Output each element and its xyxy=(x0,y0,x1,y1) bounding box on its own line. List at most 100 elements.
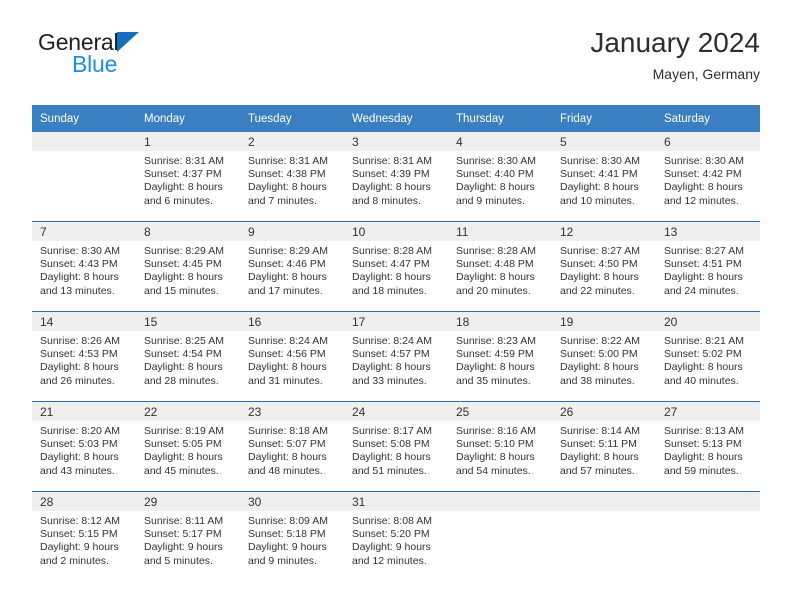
day-number: 15 xyxy=(144,315,158,329)
day-detail-line: Sunrise: 8:13 AM xyxy=(664,425,744,437)
day-number: 5 xyxy=(560,135,567,149)
day-detail-line: Sunrise: 8:21 AM xyxy=(664,335,744,347)
day-detail-text: Sunrise: 8:11 AM Sunset: 5:17 PM Daylight:… xyxy=(136,511,240,568)
day-number-band: 9 xyxy=(240,222,344,241)
day-number: 10 xyxy=(352,225,366,239)
day-detail-line: and 9 minutes. xyxy=(456,194,525,207)
day-cell-content: 30 Sunrise: 8:09 AM Sunset: 5:18 PM Dayligh… xyxy=(240,492,344,581)
day-detail-line: Sunrise: 8:30 AM xyxy=(40,245,120,257)
day-detail-text: Sunrise: 8:24 AM Sunset: 4:56 PM Daylight:… xyxy=(240,331,344,388)
day-number-band: 1 xyxy=(136,132,240,151)
calendar-day-cell[interactable]: 8 Sunrise: 8:29 AM Sunset: 4:45 PM Daylight… xyxy=(136,221,240,312)
calendar-day-cell[interactable]: 21 Sunrise: 8:20 AM Sunset: 5:03 PM Dayligh… xyxy=(32,401,136,492)
day-detail-line: Daylight: 8 hours xyxy=(664,451,743,464)
day-cell-content: 16 Sunrise: 8:24 AM Sunset: 4:56 PM Dayligh… xyxy=(240,312,344,401)
calendar-day-cell[interactable]: 12 Sunrise: 8:27 AM Sunset: 4:50 PM Dayligh… xyxy=(552,221,656,312)
day-number: 8 xyxy=(144,225,151,239)
calendar-week-row: 21 Sunrise: 8:20 AM Sunset: 5:03 PM Dayligh… xyxy=(32,401,760,492)
calendar-day-cell[interactable]: 24 Sunrise: 8:17 AM Sunset: 5:08 PM Dayligh… xyxy=(344,401,448,492)
day-detail-line: Sunrise: 8:31 AM xyxy=(144,155,224,167)
day-detail-text: Sunrise: 8:28 AM Sunset: 4:47 PM Daylight:… xyxy=(344,241,448,298)
calendar-day-cell[interactable]: 15 Sunrise: 8:25 AM Sunset: 4:54 PM Dayligh… xyxy=(136,311,240,402)
day-detail-text: Sunrise: 8:08 AM Sunset: 5:20 PM Daylight:… xyxy=(344,511,448,568)
day-number-band: 14 xyxy=(32,312,136,331)
day-number: 12 xyxy=(560,225,574,239)
day-cell-content: 27 Sunrise: 8:13 AM Sunset: 5:13 PM Dayligh… xyxy=(656,402,760,491)
day-detail-text xyxy=(656,511,760,515)
day-detail-line: Daylight: 8 hours xyxy=(560,451,639,464)
calendar-day-cell[interactable]: 5 Sunrise: 8:30 AM Sunset: 4:41 PM Daylight… xyxy=(552,132,656,222)
day-number-band: 27 xyxy=(656,402,760,421)
day-detail-text: Sunrise: 8:31 AM Sunset: 4:39 PM Daylight:… xyxy=(344,151,448,208)
day-detail-line: and 26 minutes. xyxy=(40,374,115,387)
calendar-day-cell[interactable]: 19 Sunrise: 8:22 AM Sunset: 5:00 PM Dayligh… xyxy=(552,311,656,402)
day-number-band: 21 xyxy=(32,402,136,421)
calendar-day-cell[interactable]: 20 Sunrise: 8:21 AM Sunset: 5:02 PM Dayligh… xyxy=(656,311,760,402)
day-number-band: 22 xyxy=(136,402,240,421)
calendar-day-cell[interactable]: 13 Sunrise: 8:27 AM Sunset: 4:51 PM Dayligh… xyxy=(656,221,760,312)
day-detail-text: Sunrise: 8:27 AM Sunset: 4:50 PM Daylight:… xyxy=(552,241,656,298)
day-cell-content: 19 Sunrise: 8:22 AM Sunset: 5:00 PM Dayligh… xyxy=(552,312,656,401)
day-number-band: 28 xyxy=(32,492,136,511)
calendar-day-cell[interactable]: 28 Sunrise: 8:12 AM Sunset: 5:15 PM Dayligh… xyxy=(32,491,136,581)
day-detail-text: Sunrise: 8:14 AM Sunset: 5:11 PM Daylight:… xyxy=(552,421,656,478)
day-detail-text: Sunrise: 8:30 AM Sunset: 4:41 PM Daylight:… xyxy=(552,151,656,208)
day-detail-line: and 35 minutes. xyxy=(456,374,531,387)
day-detail-line: Daylight: 9 hours xyxy=(248,541,327,554)
day-cell-content xyxy=(32,132,136,221)
calendar-day-cell[interactable]: 2 Sunrise: 8:31 AM Sunset: 4:38 PM Daylight… xyxy=(240,132,344,222)
day-detail-line: and 54 minutes. xyxy=(456,464,531,477)
day-detail-text: Sunrise: 8:29 AM Sunset: 4:46 PM Daylight:… xyxy=(240,241,344,298)
day-detail-text: Sunrise: 8:31 AM Sunset: 4:37 PM Daylight:… xyxy=(136,151,240,208)
calendar-day-cell[interactable]: 27 Sunrise: 8:13 AM Sunset: 5:13 PM Dayligh… xyxy=(656,401,760,492)
weekday-header-friday: Friday xyxy=(552,105,656,132)
calendar-day-cell[interactable]: 7 Sunrise: 8:30 AM Sunset: 4:43 PM Daylight… xyxy=(32,221,136,312)
day-detail-text xyxy=(448,511,552,515)
day-detail-line: Sunset: 4:47 PM xyxy=(352,258,430,271)
day-detail-line: Sunrise: 8:24 AM xyxy=(352,335,432,347)
day-detail-line: and 48 minutes. xyxy=(248,464,323,477)
calendar-day-cell[interactable]: 3 Sunrise: 8:31 AM Sunset: 4:39 PM Daylight… xyxy=(344,132,448,222)
day-number-band: 12 xyxy=(552,222,656,241)
day-cell-content: 25 Sunrise: 8:16 AM Sunset: 5:10 PM Dayligh… xyxy=(448,402,552,491)
day-detail-line: Sunrise: 8:27 AM xyxy=(664,245,744,257)
calendar-day-cell[interactable]: 9 Sunrise: 8:29 AM Sunset: 4:46 PM Daylight… xyxy=(240,221,344,312)
calendar-day-cell[interactable]: 16 Sunrise: 8:24 AM Sunset: 4:56 PM Dayligh… xyxy=(240,311,344,402)
day-cell-content: 7 Sunrise: 8:30 AM Sunset: 4:43 PM Daylight… xyxy=(32,222,136,311)
calendar-day-cell[interactable]: 18 Sunrise: 8:23 AM Sunset: 4:59 PM Dayligh… xyxy=(448,311,552,402)
day-detail-line: Daylight: 8 hours xyxy=(352,451,431,464)
weekday-header-sunday: Sunday xyxy=(32,105,136,132)
calendar-day-cell[interactable]: 10 Sunrise: 8:28 AM Sunset: 4:47 PM Dayligh… xyxy=(344,221,448,312)
day-detail-line: Sunset: 5:20 PM xyxy=(352,528,430,541)
calendar-day-cell[interactable]: 26 Sunrise: 8:14 AM Sunset: 5:11 PM Dayligh… xyxy=(552,401,656,492)
calendar-day-cell[interactable]: 30 Sunrise: 8:09 AM Sunset: 5:18 PM Dayligh… xyxy=(240,491,344,581)
calendar-day-cell[interactable]: 25 Sunrise: 8:16 AM Sunset: 5:10 PM Dayligh… xyxy=(448,401,552,492)
day-number-band: 19 xyxy=(552,312,656,331)
day-number: 3 xyxy=(352,135,359,149)
day-detail-line: Sunset: 5:08 PM xyxy=(352,438,430,451)
day-number: 17 xyxy=(352,315,366,329)
day-cell-content: 8 Sunrise: 8:29 AM Sunset: 4:45 PM Daylight… xyxy=(136,222,240,311)
day-detail-text: Sunrise: 8:31 AM Sunset: 4:38 PM Daylight:… xyxy=(240,151,344,208)
calendar-day-cell[interactable]: 6 Sunrise: 8:30 AM Sunset: 4:42 PM Daylight… xyxy=(656,132,760,222)
day-number: 18 xyxy=(456,315,470,329)
calendar-day-cell[interactable]: 22 Sunrise: 8:19 AM Sunset: 5:05 PM Dayligh… xyxy=(136,401,240,492)
calendar-day-cell[interactable]: 23 Sunrise: 8:18 AM Sunset: 5:07 PM Dayligh… xyxy=(240,401,344,492)
calendar-day-cell[interactable]: 29 Sunrise: 8:11 AM Sunset: 5:17 PM Dayligh… xyxy=(136,491,240,581)
calendar-day-cell[interactable]: 11 Sunrise: 8:28 AM Sunset: 4:48 PM Dayligh… xyxy=(448,221,552,312)
day-number: 7 xyxy=(40,225,47,239)
day-cell-content: 20 Sunrise: 8:21 AM Sunset: 5:02 PM Dayligh… xyxy=(656,312,760,401)
day-detail-line: Sunrise: 8:18 AM xyxy=(248,425,328,437)
day-number-band: 11 xyxy=(448,222,552,241)
day-detail-line: Daylight: 8 hours xyxy=(456,181,535,194)
calendar-day-cell[interactable]: 14 Sunrise: 8:26 AM Sunset: 4:53 PM Dayligh… xyxy=(32,311,136,402)
calendar-day-cell[interactable]: 1 Sunrise: 8:31 AM Sunset: 4:37 PM Daylight… xyxy=(136,132,240,222)
day-detail-line: and 2 minutes. xyxy=(40,554,109,567)
calendar-day-cell[interactable]: 31 Sunrise: 8:08 AM Sunset: 5:20 PM Dayligh… xyxy=(344,491,448,581)
calendar-day-cell[interactable]: 4 Sunrise: 8:30 AM Sunset: 4:40 PM Daylight… xyxy=(448,132,552,222)
calendar-day-cell[interactable]: 17 Sunrise: 8:24 AM Sunset: 4:57 PM Dayligh… xyxy=(344,311,448,402)
day-detail-line: Sunset: 4:56 PM xyxy=(248,348,326,361)
day-cell-content: 31 Sunrise: 8:08 AM Sunset: 5:20 PM Dayligh… xyxy=(344,492,448,581)
day-detail-line: Sunrise: 8:11 AM xyxy=(144,515,224,527)
day-detail-text: Sunrise: 8:19 AM Sunset: 5:05 PM Daylight:… xyxy=(136,421,240,478)
